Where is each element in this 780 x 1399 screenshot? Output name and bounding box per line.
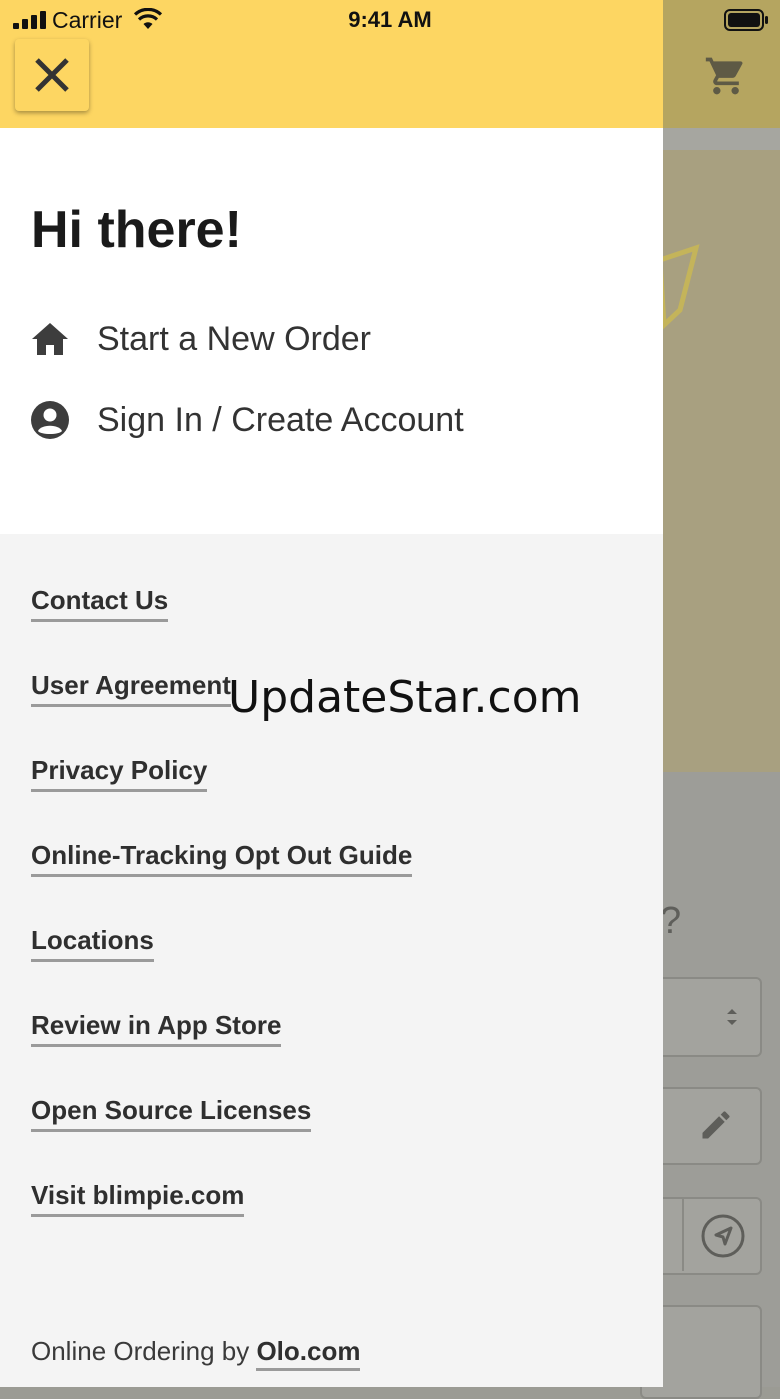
open-source-licenses-link[interactable]: Open Source Licenses (31, 1095, 312, 1132)
clock-label: 9:41 AM (348, 7, 432, 32)
account-circle-icon (30, 400, 70, 440)
pencil-icon (702, 1111, 730, 1139)
review-app-store-link[interactable]: Review in App Store (31, 1010, 282, 1047)
visit-blimpie-link[interactable]: Visit blimpie.com (31, 1180, 245, 1217)
select-arrows-icon (727, 1009, 737, 1025)
footer-prefix: Online Ordering by (31, 1336, 257, 1366)
background-question: ? (660, 900, 682, 942)
watermark: UpdateStar.com (228, 672, 582, 723)
close-button[interactable] (15, 39, 89, 111)
user-agreement-link[interactable]: User Agreement (31, 670, 231, 707)
contact-us-link[interactable]: Contact Us (31, 585, 169, 622)
sign-in-label: Sign In / Create Account (97, 400, 464, 439)
battery-icon (724, 9, 768, 31)
greeting-panel: Hi there! Start a New Order Sign In / Cr… (0, 128, 663, 534)
olo-link[interactable]: Olo.com (256, 1336, 361, 1371)
navigation-icon[interactable] (700, 1213, 746, 1259)
status-bar: Carrier 9:41 AM (0, 0, 780, 40)
start-new-order-button[interactable]: Start a New Order (30, 314, 371, 364)
footer: Online Ordering by Olo.com (31, 1336, 361, 1371)
opt-out-guide-link[interactable]: Online-Tracking Opt Out Guide (31, 840, 413, 877)
cart-icon[interactable] (704, 54, 748, 98)
home-icon (30, 319, 70, 359)
sign-in-button[interactable]: Sign In / Create Account (30, 395, 464, 445)
privacy-policy-link[interactable]: Privacy Policy (31, 755, 208, 792)
start-new-order-label: Start a New Order (97, 319, 371, 358)
close-icon (35, 58, 69, 92)
background-divider (682, 1199, 684, 1271)
greeting-title: Hi there! (31, 201, 242, 259)
locations-link[interactable]: Locations (31, 925, 154, 962)
